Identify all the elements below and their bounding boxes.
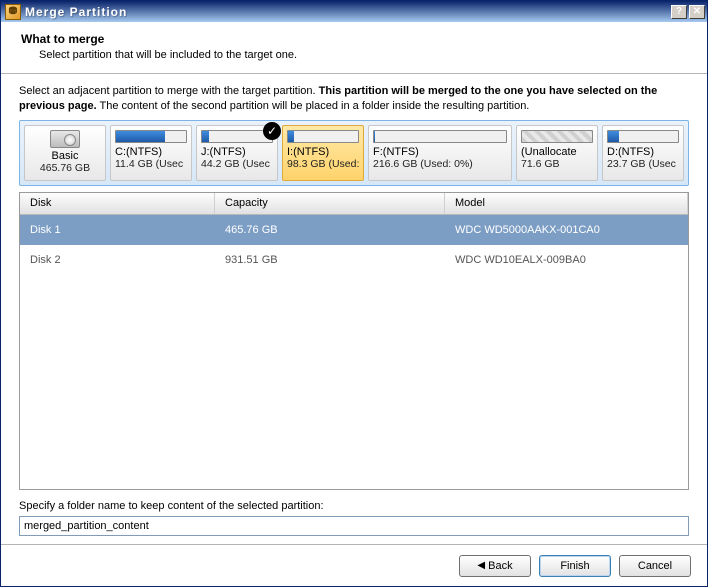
partition-card-unallocated[interactable]: (Unallocate71.6 GB — [516, 125, 598, 181]
intro-lead: Select an adjacent partition to merge wi… — [19, 85, 319, 97]
partition-label: F:(NTFS) — [373, 146, 507, 158]
folder-label: Specify a folder name to keep content of… — [19, 500, 689, 512]
partition-label: (Unallocate — [521, 146, 593, 158]
hard-disk-icon — [50, 130, 80, 148]
partition-sublabel: 11.4 GB (Usec — [115, 158, 187, 170]
finish-label: Finish — [560, 560, 589, 572]
cell-model: WDC WD5000AAKX-001CA0 — [445, 224, 688, 236]
back-button[interactable]: ◀Back — [459, 555, 531, 577]
intro-tail: The content of the second partition will… — [97, 100, 530, 112]
content: What to merge Select partition that will… — [1, 22, 707, 586]
finish-button[interactable]: Finish — [539, 555, 611, 577]
partition-sublabel: 465.76 GB — [40, 162, 90, 174]
close-button[interactable]: ✕ — [689, 5, 705, 19]
cancel-label: Cancel — [638, 560, 672, 572]
partition-label: D:(NTFS) — [607, 146, 679, 158]
partition-sublabel: 44.2 GB (Usec — [201, 158, 273, 170]
header-subtitle: Select partition that will be included t… — [21, 49, 687, 61]
cell-disk: Disk 1 — [20, 224, 215, 236]
usage-bar — [373, 130, 507, 143]
partition-label: I:(NTFS) — [287, 146, 359, 158]
col-model[interactable]: Model — [445, 193, 688, 214]
partition-sublabel: 98.3 GB (Used: — [287, 158, 359, 170]
cell-model: WDC WD10EALX-009BA0 — [445, 254, 688, 266]
partition-label: C:(NTFS) — [115, 146, 187, 158]
cell-capacity: 931.51 GB — [215, 254, 445, 266]
window-title: Merge Partition — [25, 5, 671, 19]
back-label: Back — [488, 560, 512, 572]
partition-label: Basic — [52, 150, 79, 162]
partition-card[interactable]: D:(NTFS)23.7 GB (Usec — [602, 125, 684, 181]
partition-label: J:(NTFS) — [201, 146, 273, 158]
partition-card[interactable]: C:(NTFS)11.4 GB (Usec — [110, 125, 192, 181]
table-header: Disk Capacity Model — [20, 193, 688, 215]
folder-name-input[interactable] — [19, 516, 689, 536]
col-capacity[interactable]: Capacity — [215, 193, 445, 214]
cell-disk: Disk 2 — [20, 254, 215, 266]
titlebar: ⛃ Merge Partition ? ✕ — [1, 1, 707, 22]
window: ⛃ Merge Partition ? ✕ What to merge Sele… — [0, 0, 708, 587]
wizard-header: What to merge Select partition that will… — [1, 22, 707, 74]
main-area: Select an adjacent partition to merge wi… — [1, 74, 707, 544]
partition-card[interactable]: I:(NTFS)98.3 GB (Used: — [282, 125, 364, 181]
partition-sublabel: 216.6 GB (Used: 0%) — [373, 158, 507, 170]
usage-bar — [607, 130, 679, 143]
partition-card[interactable]: J:(NTFS)44.2 GB (Usec ✓ — [196, 125, 278, 181]
app-icon: ⛃ — [5, 4, 21, 20]
cancel-button[interactable]: Cancel — [619, 555, 691, 577]
checkmark-icon: ✓ — [263, 122, 281, 140]
partition-sublabel: 23.7 GB (Usec — [607, 158, 679, 170]
disk-card: Basic465.76 GB — [24, 125, 106, 181]
usage-bar — [521, 130, 593, 143]
cell-capacity: 465.76 GB — [215, 224, 445, 236]
partition-sublabel: 71.6 GB — [521, 158, 593, 170]
usage-bar — [115, 130, 187, 143]
chevron-left-icon: ◀ — [477, 560, 485, 571]
partition-strip: Basic465.76 GBC:(NTFS)11.4 GB (UsecJ:(NT… — [19, 120, 689, 186]
footer: ◀Back Finish Cancel — [1, 544, 707, 586]
col-disk[interactable]: Disk — [20, 193, 215, 214]
table-row[interactable]: Disk 2931.51 GBWDC WD10EALX-009BA0 — [20, 245, 688, 275]
table-body: Disk 1465.76 GBWDC WD5000AAKX-001CA0Disk… — [20, 215, 688, 489]
partition-card[interactable]: F:(NTFS)216.6 GB (Used: 0%) — [368, 125, 512, 181]
disk-table: Disk Capacity Model Disk 1465.76 GBWDC W… — [19, 192, 689, 490]
help-button[interactable]: ? — [671, 5, 687, 19]
table-row[interactable]: Disk 1465.76 GBWDC WD5000AAKX-001CA0 — [20, 215, 688, 245]
header-title: What to merge — [21, 32, 687, 46]
intro-text: Select an adjacent partition to merge wi… — [19, 84, 689, 114]
usage-bar — [287, 130, 359, 143]
